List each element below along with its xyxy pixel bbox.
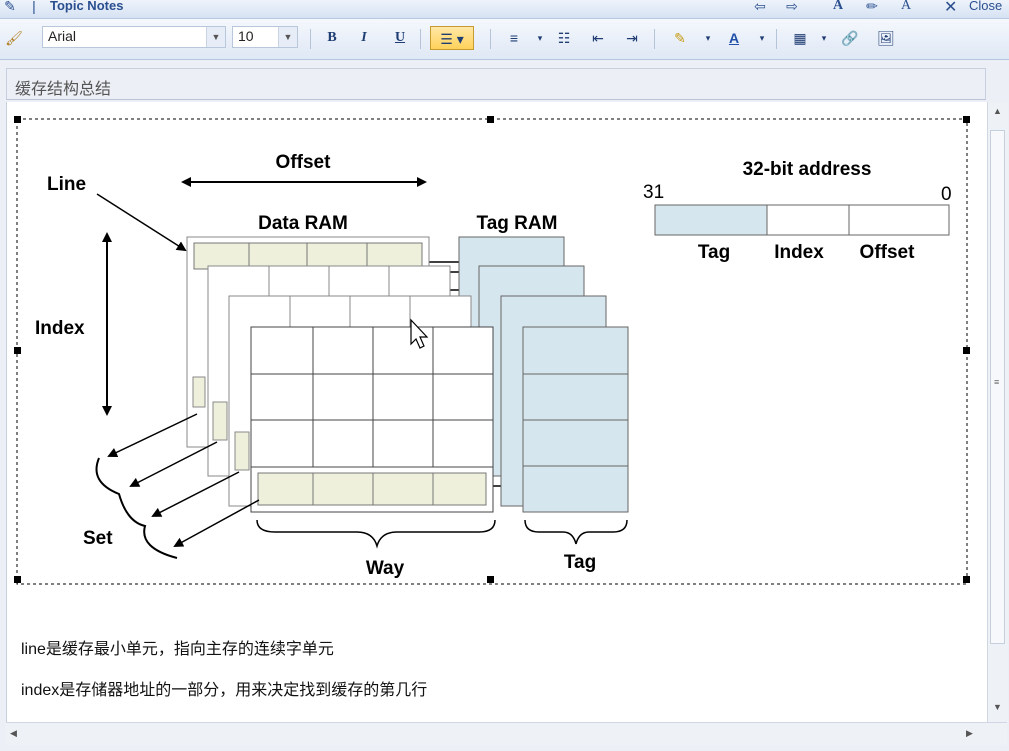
- hyperlink-icon[interactable]: 🔗: [838, 26, 862, 50]
- toolbar-divider: [420, 29, 421, 49]
- font-color-icon[interactable]: A: [722, 26, 746, 50]
- way-label: Way: [366, 558, 405, 579]
- set-label: Set: [83, 528, 113, 549]
- import-icon[interactable]: ⇦: [750, 0, 770, 16]
- notes-icon: ✎: [4, 0, 16, 14]
- format-toolbar: 🖌 Arial ▼ 10 ▼ B I U ☰ ▾ ≡ ▾ ☷ ⇤ ⇥ ✎ ▾ A…: [0, 19, 1009, 60]
- decrease-indent-icon[interactable]: ⇤: [586, 26, 610, 50]
- cache-structure-diagram: Offset Line Data RAM Tag RAM Index Set W…: [14, 116, 970, 585]
- format-painter-icon[interactable]: 🖌: [2, 26, 26, 50]
- toolbar-divider: [776, 29, 777, 49]
- address-field-label: Index: [774, 242, 824, 263]
- topic-title-text: 缓存结构总结: [15, 81, 112, 98]
- text-effect-icon[interactable]: A: [896, 0, 916, 16]
- bold-button[interactable]: B: [320, 26, 344, 50]
- numbered-list-icon[interactable]: ≡: [502, 26, 526, 50]
- insert-image-icon[interactable]: 🖼: [874, 26, 898, 50]
- scroll-right-icon[interactable]: ▶: [966, 728, 973, 739]
- topic-title-field[interactable]: 缓存结构总结: [6, 68, 986, 100]
- tag-label: Tag: [564, 552, 596, 573]
- chevron-down-icon[interactable]: ▼: [206, 27, 225, 47]
- close-icon[interactable]: ✕: [944, 0, 957, 17]
- horizontal-scrollbar[interactable]: ◀ ▶: [6, 722, 1007, 745]
- font-size-value: 10: [238, 28, 254, 44]
- toolbar-divider: [310, 29, 311, 49]
- toolbar-divider: [490, 29, 491, 49]
- address-field-label: Tag: [698, 242, 730, 263]
- tag-ram-label: Tag RAM: [477, 213, 558, 234]
- chevron-down-icon[interactable]: ▾: [812, 26, 836, 50]
- address-index-field: [766, 204, 850, 236]
- vertical-scrollbar[interactable]: ▲ ≡ ▼: [987, 102, 1008, 722]
- title-bar: ✎ | Topic Notes ⇦ ⇨ A ✏ A ✕ Close: [0, 0, 1009, 19]
- chevron-down-icon[interactable]: ▾: [528, 26, 552, 50]
- line-label: Line: [47, 174, 86, 195]
- align-left-button[interactable]: ☰ ▾: [430, 26, 474, 50]
- window-title: Topic Notes: [50, 0, 124, 13]
- scroll-up-icon[interactable]: ▲: [993, 106, 1002, 116]
- index-label: Index: [35, 318, 85, 339]
- chevron-down-icon[interactable]: ▾: [696, 26, 720, 50]
- scroll-left-icon[interactable]: ◀: [10, 728, 17, 739]
- font-name-value: Arial: [48, 28, 77, 44]
- font-style-icon[interactable]: A: [828, 0, 848, 16]
- address-offset-field: [848, 204, 950, 236]
- line-arrow: [96, 193, 187, 252]
- export-icon[interactable]: ⇨: [782, 0, 802, 16]
- address-high-bit: 31: [643, 182, 664, 203]
- separator-icon: |: [32, 0, 36, 14]
- highlighted-line: [257, 472, 487, 506]
- increase-indent-icon[interactable]: ⇥: [620, 26, 644, 50]
- address-low-bit: 0: [941, 184, 952, 205]
- chevron-down-icon[interactable]: ▾: [750, 26, 774, 50]
- note-line-1: line是缓存最小单元，指向主存的连续字单元: [21, 641, 334, 658]
- font-size-select[interactable]: 10 ▼: [232, 26, 298, 48]
- address-title: 32-bit address: [743, 159, 872, 180]
- scroll-down-icon[interactable]: ▼: [993, 702, 1002, 712]
- scrollbar-thumb[interactable]: ≡: [990, 130, 1005, 644]
- font-name-select[interactable]: Arial ▼: [42, 26, 226, 48]
- toolbar-divider: [654, 29, 655, 49]
- address-field-label: Offset: [860, 242, 916, 263]
- chevron-down-icon[interactable]: ▼: [278, 27, 297, 47]
- notes-content-area[interactable]: Offset Line Data RAM Tag RAM Index Set W…: [6, 102, 987, 722]
- pencil-icon[interactable]: ✏: [862, 0, 882, 16]
- data-ram-label: Data RAM: [258, 213, 348, 234]
- note-line-2: index是存储器地址的一部分，用来决定找到缓存的第几行: [21, 682, 428, 699]
- table-icon[interactable]: ▦: [788, 26, 812, 50]
- address-tag-field: [654, 204, 768, 236]
- offset-label: Offset: [276, 152, 332, 173]
- highlight-icon[interactable]: ✎: [668, 26, 692, 50]
- italic-button[interactable]: I: [352, 26, 376, 50]
- underline-button[interactable]: U: [388, 26, 412, 50]
- data-ram-stack: [186, 236, 494, 513]
- grip-icon: ≡: [994, 377, 1000, 387]
- tag-brace: [524, 519, 628, 545]
- way-brace: [256, 519, 496, 549]
- close-button[interactable]: Close: [969, 0, 1002, 13]
- bulleted-list-icon[interactable]: ☷: [552, 26, 576, 50]
